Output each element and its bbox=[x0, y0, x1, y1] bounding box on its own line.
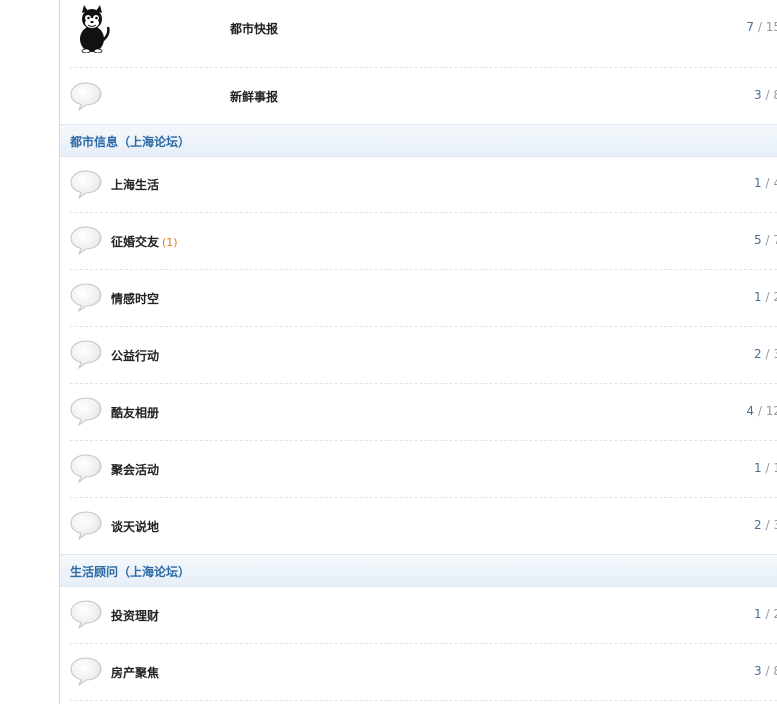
forum-stats: 1 / 1 bbox=[754, 461, 777, 475]
stats-separator: / bbox=[765, 664, 770, 678]
forum-stats: 4 / 12 bbox=[746, 404, 777, 418]
post-count: 8 bbox=[773, 664, 777, 678]
speech-bubble-icon bbox=[70, 169, 102, 199]
stats-separator: / bbox=[765, 176, 770, 190]
forum-list: 都市快报 7 / 15 新鲜事报 3 / 8 都市信息（上海论坛） 上海生活 1… bbox=[60, 0, 777, 704]
forum-row[interactable]: 征婚交友(1) 5 / 7 bbox=[70, 213, 777, 270]
thread-count: 7 bbox=[746, 20, 755, 34]
forum-stats: 5 / 7 bbox=[754, 233, 777, 247]
thread-count: 1 bbox=[754, 607, 762, 621]
stats-separator: / bbox=[765, 518, 770, 532]
post-count: 12 bbox=[765, 404, 777, 418]
forum-name-text: 公益行动 bbox=[111, 349, 160, 363]
speech-bubble-icon bbox=[70, 339, 102, 369]
stats-separator: / bbox=[757, 404, 762, 418]
forum-row[interactable]: 投资理财 1 / 2 bbox=[70, 587, 777, 644]
forum-name[interactable]: 公益行动 bbox=[111, 347, 162, 364]
thread-count: 2 bbox=[754, 518, 762, 532]
stats-separator: / bbox=[765, 461, 770, 475]
forum-name[interactable]: 聚会活动 bbox=[111, 461, 162, 478]
section-title[interactable]: 生活顾问（上海论坛） bbox=[70, 563, 190, 580]
speech-bubble-icon bbox=[70, 81, 102, 111]
post-count: 8 bbox=[773, 88, 777, 102]
post-count: 2 bbox=[773, 607, 777, 621]
forum-row[interactable]: 谈天说地 2 / 3 bbox=[70, 498, 777, 554]
forum-stats: 2 / 3 bbox=[754, 347, 777, 361]
post-count: 15 bbox=[765, 20, 777, 34]
thread-count: 1 bbox=[754, 290, 762, 304]
thread-count: 3 bbox=[754, 664, 762, 678]
forum-name[interactable]: 房产聚焦 bbox=[111, 664, 162, 681]
forum-row[interactable]: 上海生活 1 / 4 bbox=[70, 157, 777, 213]
forum-name-text: 聚会活动 bbox=[111, 463, 160, 477]
forum-name[interactable]: 谈天说地 bbox=[111, 518, 162, 535]
forum-row-xinxian-shibao[interactable]: 新鲜事报 3 / 8 bbox=[70, 68, 777, 124]
section-header-shenghuo-guwen: 生活顾问（上海论坛） bbox=[60, 554, 777, 587]
forum-stats: 7 / 15 bbox=[746, 20, 777, 34]
forum-name-text: 上海生活 bbox=[111, 178, 160, 192]
speech-bubble-icon bbox=[70, 510, 102, 540]
thread-count: 2 bbox=[754, 347, 762, 361]
forum-row-dushi-kuaibao[interactable]: 都市快报 7 / 15 bbox=[70, 0, 777, 68]
stats-separator: / bbox=[765, 233, 770, 247]
forum-name-text: 征婚交友 bbox=[111, 235, 160, 249]
new-post-count: (1) bbox=[162, 236, 178, 249]
forum-name-text: 情感时空 bbox=[111, 292, 160, 306]
post-count: 4 bbox=[773, 176, 777, 190]
forum-stats: 3 / 8 bbox=[754, 664, 777, 678]
forum-name[interactable]: 情感时空 bbox=[111, 290, 162, 307]
stats-separator: / bbox=[765, 347, 770, 361]
speech-bubble-icon bbox=[70, 396, 102, 426]
post-count: 3 bbox=[773, 518, 777, 532]
forum-stats: 2 / 3 bbox=[754, 518, 777, 532]
forum-name-text: 谈天说地 bbox=[111, 520, 160, 534]
forum-stats: 1 / 2 bbox=[754, 607, 777, 621]
post-count: 3 bbox=[773, 347, 777, 361]
stats-separator: / bbox=[765, 88, 770, 102]
post-count: 7 bbox=[773, 233, 777, 247]
forum-name-text: 房产聚焦 bbox=[111, 666, 160, 680]
section-title[interactable]: 都市信息（上海论坛） bbox=[70, 133, 190, 150]
section-header-dushi-xinxi: 都市信息（上海论坛） bbox=[60, 124, 777, 157]
forum-name[interactable]: 征婚交友 (1) bbox=[111, 233, 178, 250]
forum-name[interactable]: 投资理财 bbox=[111, 607, 162, 624]
stats-separator: / bbox=[765, 607, 770, 621]
forum-stats: 3 / 8 bbox=[754, 88, 777, 102]
speech-bubble-icon bbox=[70, 656, 102, 686]
forum-row[interactable]: 情感时空 1 / 2 bbox=[70, 270, 777, 327]
thread-count: 3 bbox=[754, 88, 762, 102]
cat-logo-icon bbox=[72, 5, 112, 55]
post-count: 2 bbox=[773, 290, 777, 304]
thread-count: 1 bbox=[754, 461, 762, 475]
stats-separator: / bbox=[757, 20, 762, 34]
forum-name-text: 酷友相册 bbox=[111, 406, 160, 420]
speech-bubble-icon bbox=[70, 453, 102, 483]
forum-name[interactable]: 上海生活 bbox=[111, 176, 162, 193]
forum-stats: 1 / 4 bbox=[754, 176, 777, 190]
forum-row[interactable]: 聚会活动 1 / 1 bbox=[70, 441, 777, 498]
thread-count: 1 bbox=[754, 176, 762, 190]
forum-name[interactable]: 新鲜事报 bbox=[230, 88, 278, 105]
forum-row[interactable]: 房产聚焦 3 / 8 bbox=[70, 644, 777, 701]
speech-bubble-icon bbox=[70, 225, 102, 255]
forum-row[interactable]: 酷友相册 4 / 12 bbox=[70, 384, 777, 441]
speech-bubble-icon bbox=[70, 282, 102, 312]
speech-bubble-icon bbox=[70, 599, 102, 629]
forum-name[interactable]: 都市快报 bbox=[230, 20, 278, 37]
post-count: 1 bbox=[773, 461, 777, 475]
forum-row[interactable]: 公益行动 2 / 3 bbox=[70, 327, 777, 384]
forum-name-text: 投资理财 bbox=[111, 609, 160, 623]
forum-name[interactable]: 酷友相册 bbox=[111, 404, 162, 421]
thread-count: 5 bbox=[754, 233, 762, 247]
thread-count: 4 bbox=[746, 404, 755, 418]
stats-separator: / bbox=[765, 290, 770, 304]
forum-stats: 1 / 2 bbox=[754, 290, 777, 304]
